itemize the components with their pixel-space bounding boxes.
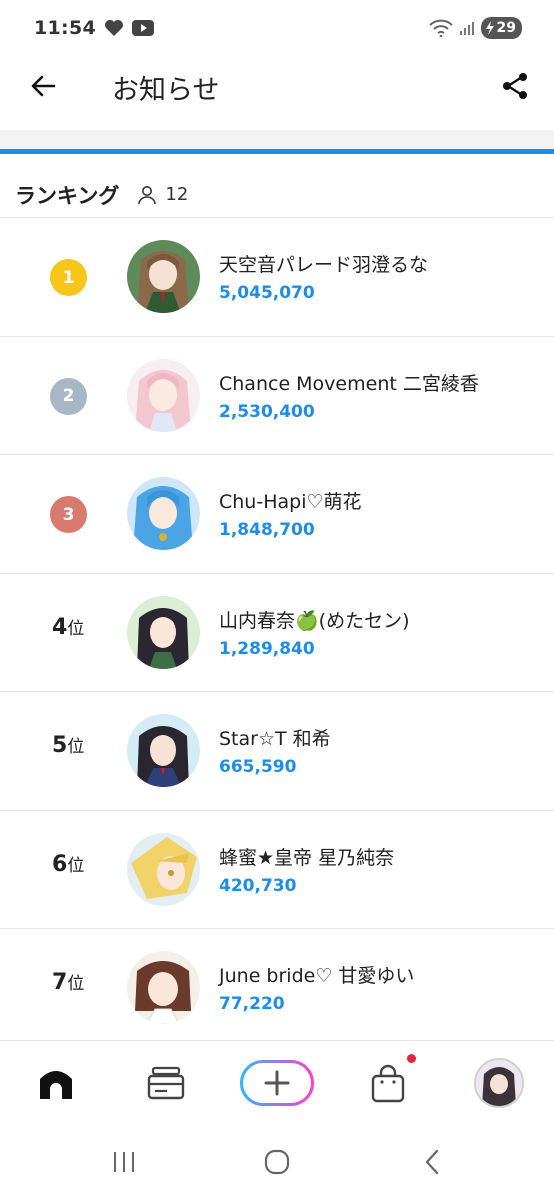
signal-icon (459, 22, 474, 35)
charging-bolt-icon (485, 21, 494, 35)
rank-suffix: 位 (67, 618, 85, 639)
page-title: お知らせ (112, 75, 220, 106)
person-icon (138, 185, 157, 204)
avatar[interactable] (127, 951, 200, 1024)
ranking-row[interactable]: 2 Chance Movement 二宮綾香 2,530,400 (0, 337, 554, 455)
wifi-icon (428, 19, 453, 37)
rank-score: 1,289,840 (219, 638, 315, 659)
nav-shop[interactable] (366, 1061, 410, 1105)
ranking-row[interactable]: 6位 蜂蜜★皇帝 星乃純奈 420,730 (0, 811, 554, 929)
rank-name: Chu-Hapi♡萌花 (219, 491, 362, 513)
ranking-list: 1 天空音パレード羽澄るな 5,045,070 2 Chance Movemen… (0, 218, 554, 1048)
back-button[interactable] (26, 69, 60, 103)
rank-name: 山内春奈🍏(めたセン) (219, 609, 410, 632)
ranking-row[interactable]: 3 Chu-Hapi♡萌花 1,848,700 (0, 455, 554, 574)
system-nav-bar (0, 1128, 554, 1200)
member-count: 12 (137, 184, 188, 205)
home-system-button[interactable] (257, 1146, 297, 1178)
avatar[interactable] (127, 595, 200, 669)
avatar[interactable] (127, 240, 200, 313)
home-circle-icon (264, 1149, 290, 1175)
profile-avatar[interactable] (474, 1058, 524, 1108)
recent-apps-button[interactable] (104, 1146, 144, 1178)
rank-name: June bride♡ 甘愛ゆい (219, 965, 415, 987)
ranking-row[interactable]: 4位 山内春奈🍏(めたセン) 1,289,840 (0, 574, 554, 692)
status-bar: 11:54 29 (0, 0, 554, 56)
character-portrait (127, 832, 200, 906)
chevron-left-icon (425, 1149, 439, 1175)
recent-apps-icon (114, 1152, 134, 1172)
rank-suffix: 位 (67, 737, 85, 757)
accent-divider (0, 149, 554, 154)
character-portrait (127, 477, 200, 550)
rank-suffix: 位 (67, 974, 85, 994)
bronze-medal-badge: 3 (50, 496, 87, 533)
ranking-row[interactable]: 5位 Star☆T 和希 665,590 (0, 692, 554, 811)
nav-home[interactable] (34, 1061, 78, 1105)
member-count-value: 12 (165, 184, 189, 205)
character-portrait (127, 595, 200, 669)
back-system-button[interactable] (412, 1146, 452, 1178)
status-left: 11:54 (34, 17, 154, 39)
rank-digit: 6 (52, 851, 68, 877)
rank-number: 5位 (52, 732, 84, 758)
avatar[interactable] (127, 358, 200, 432)
rank-score: 77,220 (219, 994, 285, 1014)
youtube-icon (131, 20, 154, 36)
rank-score: 1,848,700 (219, 520, 315, 540)
rank-suffix: 位 (67, 855, 85, 876)
avatar[interactable] (127, 832, 200, 906)
nav-tickets[interactable] (144, 1061, 188, 1105)
rank-number: 3 (62, 504, 75, 525)
plus-icon (240, 1060, 314, 1106)
notification-dot (407, 1054, 416, 1063)
home-icon (40, 1071, 72, 1099)
ranking-title: ランキング (15, 183, 120, 208)
rank-name: Star☆T 和希 (219, 728, 331, 750)
profile-portrait (476, 1060, 522, 1106)
battery-indicator: 29 (480, 17, 522, 39)
tickets-icon (147, 1066, 185, 1100)
rank-number: 4位 (52, 614, 84, 640)
shop-bag-icon (371, 1064, 405, 1103)
rank-digit: 5 (52, 733, 68, 758)
rank-digit: 4 (52, 614, 68, 640)
rank-number: 2 (62, 386, 75, 406)
rank-number: 1 (62, 267, 75, 288)
avatar[interactable] (127, 714, 200, 787)
rank-score: 5,045,070 (219, 283, 315, 303)
gold-medal-badge: 1 (50, 259, 87, 296)
character-portrait (127, 714, 200, 787)
ranking-header: ランキング 12 (0, 172, 554, 218)
share-icon (503, 73, 527, 99)
rank-name: 蜂蜜★皇帝 星乃純奈 (219, 846, 395, 869)
header-divider-band (0, 130, 554, 149)
bottom-nav (0, 1040, 554, 1128)
rank-score: 2,530,400 (219, 401, 315, 422)
heart-icon (104, 20, 123, 36)
ranking-row[interactable]: 7位 June bride♡ 甘愛ゆい 77,220 (0, 929, 554, 1048)
ranking-row[interactable]: 1 天空音パレード羽澄るな 5,045,070 (0, 218, 554, 337)
rank-score: 665,590 (219, 757, 297, 777)
character-portrait (127, 358, 200, 432)
character-portrait (127, 240, 200, 313)
rank-number: 6位 (52, 851, 84, 877)
rank-score: 420,730 (219, 875, 297, 896)
rank-name: Chance Movement 二宮綾香 (219, 372, 479, 395)
silver-medal-badge: 2 (50, 377, 87, 415)
character-portrait (127, 951, 200, 1024)
share-button[interactable] (498, 69, 532, 103)
avatar[interactable] (127, 477, 200, 550)
battery-level: 29 (496, 20, 516, 36)
rank-digit: 7 (52, 970, 68, 995)
status-time: 11:54 (34, 17, 96, 39)
rank-name: 天空音パレード羽澄るな (219, 254, 429, 276)
arrow-left-icon (31, 75, 56, 97)
status-right: 29 (428, 17, 522, 39)
app-bar: お知らせ (0, 56, 554, 116)
rank-number: 7位 (52, 969, 84, 995)
create-button[interactable] (240, 1060, 314, 1106)
